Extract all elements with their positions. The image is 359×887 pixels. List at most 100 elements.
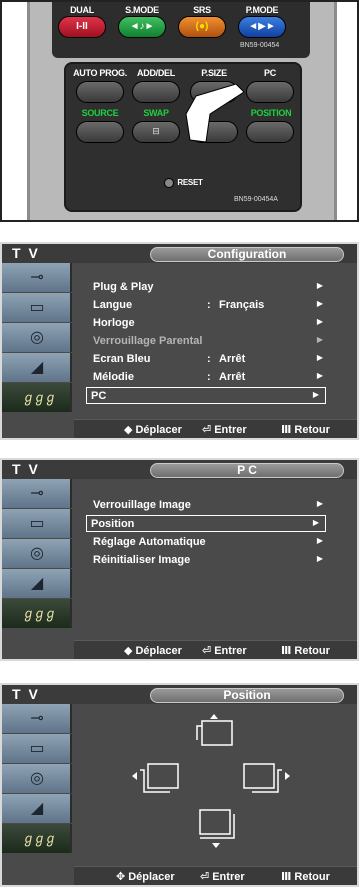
sound-icon[interactable]: ◎ [2,539,72,568]
menu-item-label: Verrouillage Image [93,499,191,511]
menu-item-label: Mélodie [93,371,134,383]
menu-item-label: Verrouillage Parental [93,335,203,347]
menu-footer: ✥ Déplacer ⏎ Entrer Ⅲ Retour [74,866,357,885]
position-right-icon[interactable] [238,760,292,800]
footer-back: Ⅲ Retour [281,644,330,657]
tv-label: T V [12,686,40,702]
picture-icon[interactable]: ▭ [2,509,72,538]
antenna-icon[interactable]: ⊸ [2,704,72,733]
add-del-button[interactable] [132,81,180,103]
pmode-button[interactable]: ◄▶► [238,16,286,38]
smode-button[interactable]: ◄♪► [118,16,166,38]
tv-menu-pc: T V P C ⊸ ▭ ◎ ◢ ℊℊℊ Verrouillage Image ▶… [0,458,359,661]
swap-button[interactable]: ⊟ [132,121,180,143]
tv-label: T V [12,461,40,477]
channel-icon[interactable]: ◢ [2,569,72,598]
arrow-right-icon: ▶ [316,299,323,308]
menu-item-verrouillage-image[interactable]: Verrouillage Image ▶ [89,497,329,514]
footer-enter-label: Entrer [214,424,247,436]
menu-header: T V Position [2,685,357,704]
picture-icon[interactable]: ▭ [2,734,72,763]
pmode-label: P.MODE [245,5,279,15]
enter-icon: ⏎ [202,645,212,657]
menu-item-verrouillage-parental[interactable]: Verrouillage Parental ▶ [89,333,329,350]
colon-separator: : [207,353,211,365]
menu-item-reinitialiser-image[interactable]: Réinitialiser Image ▶ [89,552,329,569]
srs-button[interactable]: (●) [178,16,226,38]
arrow-right-icon: ▶ [316,317,323,326]
arrow-right-icon: ▶ [316,499,323,508]
footer-move: ✥ Déplacer [116,870,175,883]
enter-icon: ⏎ [200,871,210,883]
menu-sidebar: ⊸ ▭ ◎ ◢ ℊℊℊ [2,479,72,629]
menu-item-label: Ecran Bleu [93,353,151,365]
position-up-icon[interactable] [194,712,244,752]
setup-icon[interactable]: ℊℊℊ [2,824,72,853]
channel-icon[interactable]: ◢ [2,353,72,382]
footer-back: Ⅲ Retour [281,423,330,436]
footer-move-label: Déplacer [128,871,175,883]
four-way-arrow-icon: ✥ [116,871,126,883]
srs-label: SRS [193,5,211,15]
sound-icon[interactable]: ◎ [2,323,72,352]
menu-item-pc[interactable]: PC ▶ [86,387,326,404]
arrow-right-icon: ▶ [316,281,323,290]
menu-item-label: Réglage Automatique [93,536,206,548]
menu-item-value: Arrêt [219,371,246,383]
antenna-icon[interactable]: ⊸ [2,479,72,508]
position-down-icon[interactable] [196,806,246,852]
setup-icon[interactable]: ℊℊℊ [2,383,72,412]
footer-back-label: Retour [294,424,330,436]
psize-label: P.SIZE [201,68,227,78]
menu-item-langue[interactable]: Langue : Français ▶ [89,297,329,314]
footer-move: ◆ Déplacer [124,423,182,436]
menu-icon: Ⅲ [281,871,292,883]
menu-item-horloge[interactable]: Horloge ▶ [89,315,329,332]
footer-back-label: Retour [294,871,330,883]
picture-icon[interactable]: ▭ [2,293,72,322]
tv-label: T V [12,245,40,261]
menu-item-label: Position [91,518,135,530]
menu-item-label: PC [91,390,107,402]
menu-footer: ◆ Déplacer ⏎ Entrer Ⅲ Retour [74,640,357,659]
antenna-icon[interactable]: ⊸ [2,263,72,292]
menu-item-position[interactable]: Position ▶ [86,515,326,532]
tv-menu-position: T V Position ⊸ ▭ ◎ ◢ ℊℊℊ ✥ Déplacer ⏎ En… [0,683,359,887]
footer-enter-label: Entrer [212,871,245,883]
model-number-top: BN59-00454 [240,42,280,49]
menu-item-melodie[interactable]: Mélodie : Arrêt ▶ [89,369,329,386]
menu-item-label: Horloge [93,317,135,329]
menu-sidebar: ⊸ ▭ ◎ ◢ ℊℊℊ [2,704,72,854]
menu-item-value: Arrêt [219,353,246,365]
arrow-right-icon: ▶ [312,518,319,527]
menu-item-label: Réinitialiser Image [93,554,191,566]
enter-icon: ⏎ [202,424,212,436]
menu-item-reglage-automatique[interactable]: Réglage Automatique ▶ [89,534,329,551]
updown-icon: ◆ [124,424,133,436]
remote-illustration: DUAL I-II S.MODE ◄♪► SRS (●) P.MODE ◄▶► … [0,0,359,222]
menu-icon: Ⅲ [281,645,292,657]
menu-header: T V P C [2,460,357,479]
colon-separator: : [207,299,211,311]
arrow-right-icon: ▶ [312,390,319,399]
menu-title: Position [150,688,344,703]
footer-enter: ⏎ Entrer [202,644,247,657]
channel-icon[interactable]: ◢ [2,794,72,823]
dual-button[interactable]: I-II [58,16,106,38]
remote-top-panel: DUAL I-II S.MODE ◄♪► SRS (●) P.MODE ◄▶► … [52,2,310,58]
sound-icon[interactable]: ◎ [2,764,72,793]
colon-separator: : [207,371,211,383]
model-number-bottom: BN59-00454A [234,196,278,203]
auto-prog-button[interactable] [76,81,124,103]
arrow-right-icon: ▶ [316,371,323,380]
footer-enter: ⏎ Entrer [200,870,245,883]
pc-label: PC [264,68,276,78]
menu-item-plug-play[interactable]: Plug & Play ▶ [89,279,329,296]
footer-move-label: Déplacer [135,645,182,657]
source-button[interactable] [76,121,124,143]
menu-title: Configuration [150,247,344,262]
position-left-icon[interactable] [130,760,184,800]
menu-item-ecran-bleu[interactable]: Ecran Bleu : Arrêt ▶ [89,351,329,368]
setup-icon[interactable]: ℊℊℊ [2,599,72,628]
updown-icon: ◆ [124,645,133,657]
